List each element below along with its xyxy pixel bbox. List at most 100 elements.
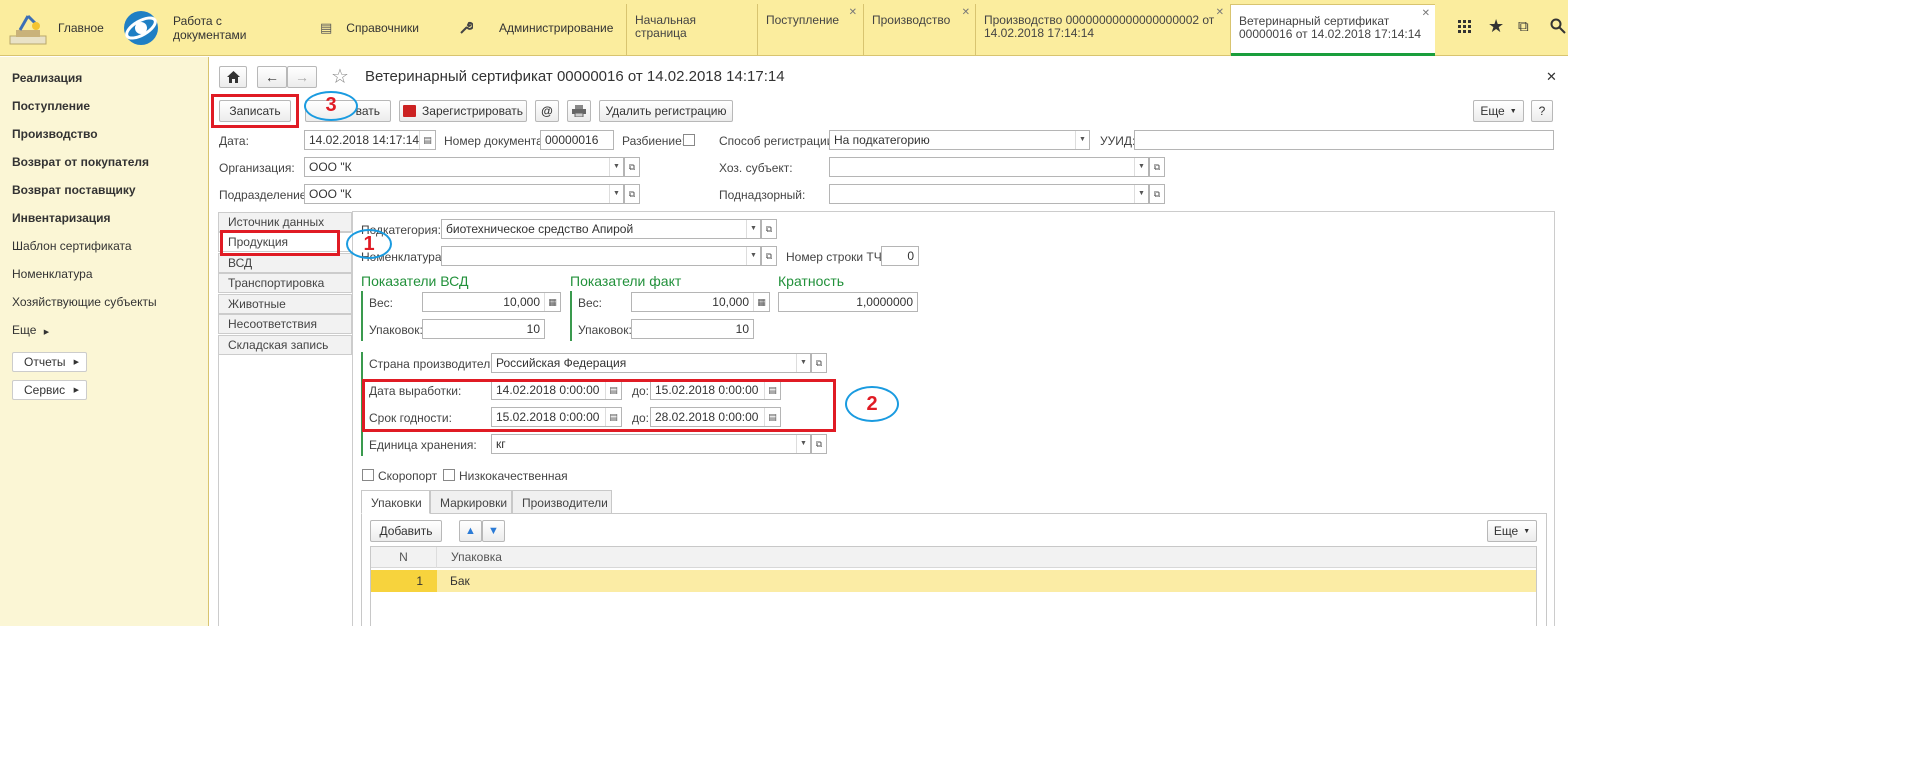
sidebar-item-cert-template[interactable]: Шаблон сертификата — [12, 239, 132, 253]
chevron-down-icon[interactable]: ▼ — [1075, 131, 1089, 149]
open-supervised-button[interactable]: ⧉ — [1149, 184, 1165, 204]
delete-registration-button[interactable]: Удалить регистрацию — [599, 100, 733, 122]
sidebar-item-business-entities[interactable]: Хозяйствующие субъекты — [12, 295, 157, 309]
row-package-cell: Бак — [450, 574, 470, 588]
add-button[interactable]: Добавить — [370, 520, 442, 542]
docnum-field[interactable]: 00000016 — [540, 130, 614, 150]
fact-packs-field[interactable]: 10 — [631, 319, 754, 339]
help-button[interactable]: ? — [1531, 100, 1553, 122]
section-admin[interactable]: Администрирование — [459, 0, 613, 56]
tab-receipt[interactable]: Поступление ✕ — [757, 4, 862, 56]
chevron-down-icon[interactable]: ▼ — [796, 354, 810, 372]
sidebar-item-production[interactable]: Производство — [12, 127, 98, 141]
navtab-nonconformities[interactable]: Несоответствия — [218, 314, 352, 334]
chevron-down-icon[interactable]: ▼ — [1134, 158, 1148, 176]
subtab-packages[interactable]: Упаковки — [361, 490, 430, 514]
tab-vet-certificate[interactable]: Ветеринарный сертификат 00000016 от 14.0… — [1230, 4, 1435, 56]
open-subject-button[interactable]: ⧉ — [1149, 157, 1165, 177]
service-button[interactable]: Сервис ▶ — [12, 380, 87, 400]
home-nav-button[interactable] — [219, 66, 247, 88]
split-checkbox[interactable] — [683, 134, 695, 146]
perishable-checkbox[interactable] — [362, 469, 374, 481]
close-icon[interactable]: ✕ — [1422, 7, 1430, 20]
calendar-icon[interactable]: ▤ — [419, 131, 435, 149]
reports-button[interactable]: Отчеты ▶ — [12, 352, 87, 372]
vsd-weight-field[interactable]: 10,000 ▦ — [422, 292, 561, 312]
star-icon[interactable]: ★ — [1488, 16, 1504, 37]
navtab-vsd[interactable]: ВСД — [218, 253, 352, 273]
home-section[interactable]: Главное — [6, 0, 112, 56]
tab-start-page[interactable]: Начальная страница — [626, 4, 756, 56]
close-icon[interactable]: ✕ — [1216, 6, 1224, 19]
rownum-field[interactable]: 0 — [881, 246, 919, 266]
tab-production-doc[interactable]: Производство 00000000000000000002 от 14.… — [975, 4, 1229, 56]
multiplicity-field[interactable]: 1,0000000 — [778, 292, 918, 312]
unit-select[interactable]: кг ▼ — [491, 434, 811, 454]
open-dept-button[interactable]: ⧉ — [624, 184, 640, 204]
more-button[interactable]: Еще ▼ — [1473, 100, 1524, 122]
navtab-stock-record[interactable]: Складская запись — [218, 335, 352, 355]
chevron-down-icon[interactable]: ▼ — [609, 158, 623, 176]
email-button[interactable]: @ — [535, 100, 559, 122]
table-row[interactable]: 1 Бак — [371, 570, 1536, 592]
chevron-down-icon[interactable]: ▼ — [1134, 185, 1148, 203]
close-form-icon[interactable]: ✕ — [1546, 69, 1557, 85]
open-country-button[interactable]: ⧉ — [811, 353, 827, 373]
navtab-data-source[interactable]: Источник данных — [218, 212, 352, 232]
history-icon[interactable]: ⧉ — [1518, 18, 1529, 35]
close-icon[interactable]: ✕ — [849, 6, 857, 19]
move-down-button[interactable]: ▼ — [482, 520, 505, 542]
navtab-transport[interactable]: Транспортировка — [218, 273, 352, 293]
sidebar-item-more[interactable]: Еще ▶ — [12, 323, 49, 337]
sidebar-item-supplier-return[interactable]: Возврат поставщику — [12, 183, 136, 197]
search-icon[interactable] — [1550, 18, 1566, 34]
vsd-indicators-title: Показатели ВСД — [361, 273, 469, 289]
subject-select[interactable]: ▼ — [829, 157, 1149, 177]
nomen-select[interactable]: ▼ — [441, 246, 761, 266]
calculator-icon[interactable]: ▦ — [544, 293, 560, 311]
tab-production[interactable]: Производство ✕ — [863, 4, 975, 56]
org-select[interactable]: ООО "К ▼ — [304, 157, 624, 177]
sidebar-item-receipt[interactable]: Поступление — [12, 99, 90, 113]
date-field[interactable]: 14.02.2018 14:17:14 ▤ — [304, 130, 436, 150]
sidebar-item-customer-return[interactable]: Возврат от покупателя — [12, 155, 149, 169]
header-package[interactable]: Упаковка — [451, 550, 502, 564]
dept-select[interactable]: ООО "К ▼ — [304, 184, 624, 204]
sidebar-item-nomenclature[interactable]: Номенклатура — [12, 267, 93, 281]
subcat-select[interactable]: биотехническое средство Апирой ▼ — [441, 219, 761, 239]
favorite-star-icon[interactable]: ☆ — [331, 64, 349, 89]
print-button[interactable] — [567, 100, 591, 122]
table-more-button[interactable]: Еще ▼ — [1487, 520, 1537, 542]
chevron-down-icon[interactable]: ▼ — [746, 220, 760, 238]
subtab-producers[interactable]: Производители — [512, 490, 612, 514]
open-subcat-button[interactable]: ⧉ — [761, 219, 777, 239]
supervised-select[interactable]: ▼ — [829, 184, 1149, 204]
move-up-button[interactable]: ▲ — [459, 520, 482, 542]
grid-menu-icon[interactable] — [1458, 20, 1472, 34]
lowquality-checkbox[interactable] — [443, 469, 455, 481]
subtab-markings[interactable]: Маркировки — [430, 490, 512, 514]
open-unit-button[interactable]: ⧉ — [811, 434, 827, 454]
uuid-field[interactable] — [1134, 130, 1554, 150]
back-button[interactable]: ← — [257, 66, 287, 88]
sidebar-item-sales[interactable]: Реализация — [12, 71, 82, 85]
forward-button[interactable]: → — [287, 66, 317, 88]
dept-value: ООО "К — [309, 187, 352, 201]
sidebar-item-inventory[interactable]: Инвентаризация — [12, 211, 111, 225]
country-select[interactable]: Российская Федерация ▼ — [491, 353, 811, 373]
calculator-icon[interactable]: ▦ — [753, 293, 769, 311]
chevron-down-icon[interactable]: ▼ — [796, 435, 810, 453]
regmethod-select[interactable]: На подкатегорию ▼ — [829, 130, 1090, 150]
open-nomen-button[interactable]: ⧉ — [761, 246, 777, 266]
vsd-packs-field[interactable]: 10 — [422, 319, 545, 339]
section-documents[interactable]: Работа с документами — [121, 0, 291, 56]
chevron-down-icon[interactable]: ▼ — [609, 185, 623, 203]
navtab-animals[interactable]: Животные — [218, 294, 352, 314]
close-icon[interactable]: ✕ — [962, 6, 970, 19]
section-references[interactable]: ▤ Справочники — [320, 0, 430, 56]
chevron-down-icon[interactable]: ▼ — [746, 247, 760, 265]
fact-weight-field[interactable]: 10,000 ▦ — [631, 292, 770, 312]
register-button[interactable]: Зарегистрировать — [399, 100, 527, 122]
open-org-button[interactable]: ⧉ — [624, 157, 640, 177]
header-n[interactable]: N — [371, 547, 437, 568]
